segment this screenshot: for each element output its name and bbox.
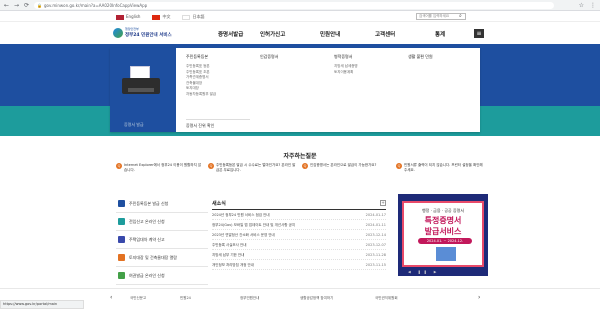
mega-menu-heading[interactable]: 인감증명서 [260,54,278,60]
question-icon: Q [396,163,402,169]
language-bar: English 中文 日本語 검색어를 입력하세요 ⌕ [0,11,600,22]
quick-link-item[interactable]: 주민등록등본 발급 신청 [116,195,208,213]
back-icon[interactable]: ← [4,2,9,9]
lock-icon: 🔒 [37,3,42,8]
faq-title: 자주하는질문 [283,153,317,160]
notice-row[interactable]: 지방세 납부 기한 안내 2023-11-28 [212,250,386,260]
house-icon [118,236,125,243]
land-icon [118,254,125,261]
faq-item[interactable]: Q 민원서류 출력이 되지 않습니다. 프린터 설정을 확인해 주세요. [396,163,484,173]
related-sites-bar: ‹ 국민신문고 민원24 정부민원안내 생활공감정책 참여하기 국민권익위원회 … [0,288,600,309]
mega-menu-column: 생활 불편 민원 [408,54,433,64]
language-list: English 中文 日本語 [116,13,204,20]
banner-title-line2: 발급서비스 [424,227,462,236]
site-logo[interactable]: 행정안전부 정부24 민원안내 서비스 [113,27,193,39]
gnb-item-statistics[interactable]: 통계 [435,30,445,38]
quick-link-item[interactable]: 전입신고 온라인 신청 [116,213,208,231]
faq-item[interactable]: Q Internet Explorer에서 정부24 이용이 원활하지 않습니다. [116,163,204,173]
computer-icon [436,247,456,261]
forward-icon[interactable]: → [14,2,19,9]
url-text: gov.minwon.go.kr/main?a=AA020InfoCappVie… [44,3,148,8]
mega-menu-item[interactable]: 지방세 납세증명 [334,64,358,70]
question-icon: Q [208,163,214,169]
related-site-link[interactable]: 국민권익위원회 [375,296,398,301]
notice-row[interactable]: 정부24(Gov) 모바일 앱 업데이트 안내 및 개선사항 공지 2024-01… [212,220,386,230]
logo-mark-icon [113,28,123,38]
mega-menu-column: 병적증명서 지방세 납세증명 토지이용계획 [334,54,358,75]
mega-menu-column: 인감증명서 [260,54,278,64]
gnb-item-certificates[interactable]: 증명서발급 [218,30,243,38]
logo-small-text: 행정안전부 [125,27,139,31]
banner-period: 2024.01. ~ 2024.12. [418,238,472,244]
banner-title-line1: 특정증명서 [424,216,462,225]
hamburger-icon[interactable]: ≡ [474,29,484,38]
language-english[interactable]: English [116,13,140,20]
banner-controls[interactable]: ◀ ❚❚ ▶ [408,270,439,274]
question-icon: Q [116,163,122,169]
printer-icon [122,66,162,98]
related-site-link[interactable]: 국민신문고 [130,296,146,301]
document-icon [118,200,125,207]
mega-menu-heading[interactable]: 병적증명서 [334,54,358,60]
notice-board: 새소식 + 2024년 정부24 민원 서비스 점검 안내 2024-01-17 … [212,200,386,282]
reload-icon[interactable]: ⟳ [24,2,29,9]
us-flag-icon [116,14,124,20]
mega-menu-caption: 증명서 발급 [124,122,144,127]
promo-banner[interactable]: 행정 · 금융 · 공공 증명서 특정증명서 발급서비스 2024.01. ~ … [398,194,488,276]
mega-menu: 증명서 발급 주민등록등본 주민등록표 등본 주민등록표 초본 가족관계증명서 … [110,48,480,132]
promo-banner-card: 행정 · 금융 · 공공 증명서 특정증명서 발급서비스 2024.01. ~ … [402,201,484,267]
quick-links: 주민등록등본 발급 신청 전입신고 온라인 신청 주택임대차 계약 신고 토지대… [116,195,208,285]
related-site-link[interactable]: 민원24 [180,296,191,301]
more-icon[interactable]: + [380,200,386,206]
mega-menu-heading[interactable]: 생활 불편 민원 [408,54,433,60]
language-japanese[interactable]: 日本語 [182,13,204,20]
notice-title: 새소식 [212,200,386,210]
related-site-link[interactable]: 생활공감정책 참여하기 [300,296,333,301]
browser-toolbar: ← → ⟳ 🔒 gov.minwon.go.kr/main?a=AA020Inf… [0,0,600,11]
quick-link-item[interactable]: 주택임대차 계약 신고 [116,231,208,249]
mega-menu-heading[interactable]: 주민등록등본 [186,54,216,60]
china-flag-icon [152,14,161,20]
faq-item[interactable]: Q 인감증명서는 온라인으로 발급이 가능한가요? [302,163,390,169]
notice-row[interactable]: 주민등록 사실조사 안내 2023-12-07 [212,240,386,250]
bookmark-icon[interactable]: ☆ [579,2,584,9]
notice-row[interactable]: 2023년 연말정산 간소화 서비스 운영 안내 2023-12-14 [212,230,386,240]
related-site-link[interactable]: 정부민원안내 [240,296,259,301]
question-icon: Q [302,163,308,169]
logo-title: 정부24 민원안내 서비스 [125,33,172,38]
browser-actions: ☆ ⋮ [579,2,596,9]
quick-link-item[interactable]: 토지대장 및 건축물대장 열람 [116,249,208,267]
mega-menu-column: 주민등록등본 주민등록표 등본 주민등록표 초본 가족관계증명서 건축물대장 토… [186,54,216,97]
quick-link-item[interactable]: 여권발급 온라인 신청 [116,267,208,285]
japan-flag-icon [182,14,191,20]
notice-row[interactable]: 개인정보 처리방침 개정 안내 2023-11-15 [212,260,386,270]
mega-menu-item[interactable]: 자동차등록원부 발급 [186,92,216,98]
site-header: 행정안전부 정부24 민원안내 서비스 증명서발급 인허가신고 민원안내 고객센… [0,22,600,44]
mega-menu-bottom-link[interactable]: 증명서 진위 확인 [186,119,250,129]
address-bar[interactable]: 🔒 gov.minwon.go.kr/main?a=AA020InfoCappV… [34,2,554,9]
move-icon [118,218,125,225]
notice-row[interactable]: 2024년 정부24 민원 서비스 점검 안내 2024-01-17 [212,210,386,220]
mega-menu-visual: 증명서 발급 [110,48,176,132]
faq-list: Q Internet Explorer에서 정부24 이용이 원활하지 않습니다.… [116,163,486,189]
language-chinese[interactable]: 中文 [152,13,170,20]
gnb-item-support[interactable]: 고객센터 [375,30,395,38]
gnb-item-permits[interactable]: 인허가신고 [260,30,285,38]
browser-menu-icon[interactable]: ⋮ [590,2,596,9]
chevron-left-icon[interactable]: ‹ [110,294,112,301]
search-icon[interactable]: ⌕ [459,13,462,19]
faq-item[interactable]: Q 주민등록등본 발급 시 수수료는 얼마인가요? 온라인 발급은 무료입니다. [208,163,296,173]
chevron-right-icon[interactable]: › [478,294,480,301]
mega-menu-item[interactable]: 토지이용계획 [334,70,358,76]
passport-icon [118,272,125,279]
banner-subtitle: 행정 · 금융 · 공공 증명서 [421,208,465,213]
browser-status-bar: https://www.gov.kr/portal/main [0,300,84,309]
gnb-item-guide[interactable]: 민원안내 [320,30,340,38]
browser-nav: ← → ⟳ [4,2,29,9]
